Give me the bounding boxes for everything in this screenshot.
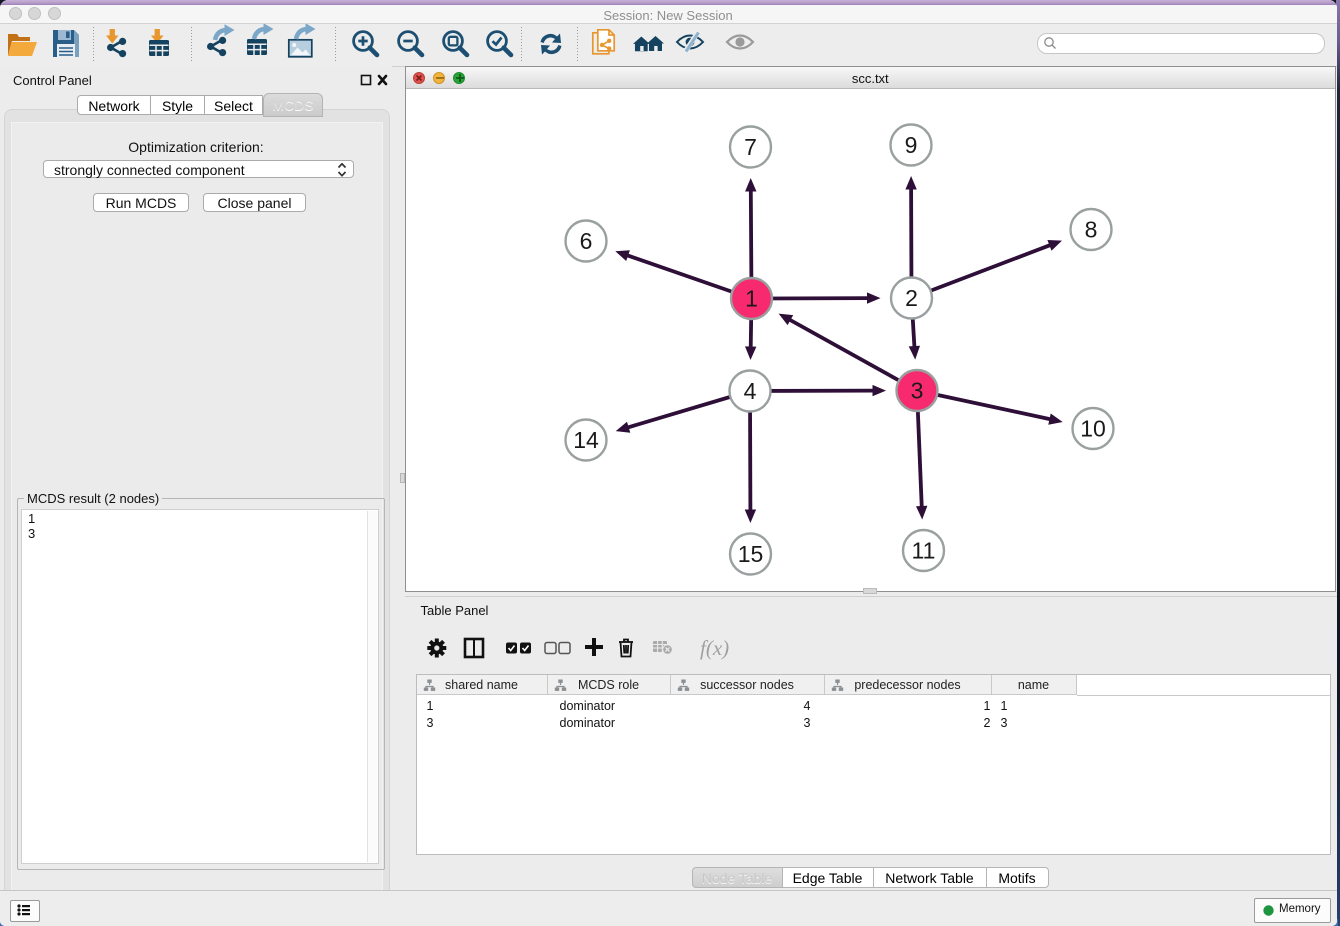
svg-text:7: 7 bbox=[744, 134, 757, 160]
svg-text:14: 14 bbox=[573, 427, 599, 453]
svg-text:1: 1 bbox=[745, 286, 758, 312]
svg-text:10: 10 bbox=[1080, 416, 1106, 442]
svg-text:4: 4 bbox=[743, 378, 756, 404]
svg-text:11: 11 bbox=[911, 538, 935, 564]
svg-text:6: 6 bbox=[579, 228, 592, 254]
svg-text:f(x): f(x) bbox=[700, 636, 729, 660]
svg-text:3: 3 bbox=[910, 378, 923, 404]
svg-text:8: 8 bbox=[1084, 217, 1097, 243]
svg-text:2: 2 bbox=[905, 285, 918, 311]
svg-text:9: 9 bbox=[904, 132, 917, 158]
svg-text:15: 15 bbox=[737, 541, 763, 567]
